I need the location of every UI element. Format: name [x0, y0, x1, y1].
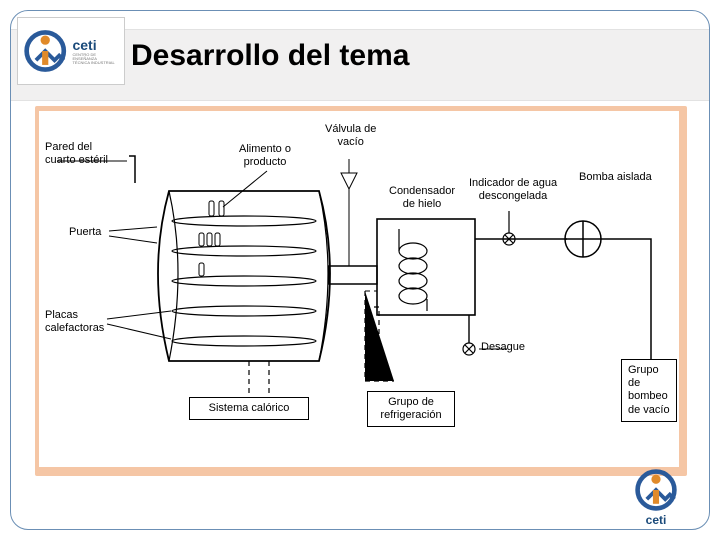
ceti-logo-footer: ceti: [617, 467, 695, 525]
box-refrig: Grupo de refrigeración: [367, 391, 455, 427]
diagram-container: Pared del cuarto estéril Puerta Placas c…: [39, 111, 679, 467]
ceti-icon: [22, 27, 68, 75]
label-pump: Bomba aislada: [579, 171, 652, 184]
slide-frame: ceti CENTRO DE ENSEÑANZA TÉCNICA INDUSTR…: [10, 10, 710, 530]
logo-sub2: TÉCNICA INDUSTRIAL: [72, 61, 120, 65]
label-wall: Pared del cuarto estéril: [45, 141, 108, 166]
box-caloric: Sistema calórico: [189, 397, 309, 420]
freeze-dryer-diagram: [39, 111, 679, 467]
label-door: Puerta: [69, 226, 101, 239]
logo-name: ceti: [72, 37, 120, 53]
footer-logo-name: ceti: [617, 513, 695, 527]
label-vacuum-valve: Válvula de vacío: [325, 123, 376, 148]
label-water-indicator: Indicador de agua descongelada: [469, 177, 557, 202]
ceti-logo-top: ceti CENTRO DE ENSEÑANZA TÉCNICA INDUSTR…: [17, 17, 125, 85]
label-product: Alimento o producto: [239, 143, 291, 168]
label-plates: Placas calefactoras: [45, 309, 104, 334]
ceti-icon: [633, 467, 679, 513]
slide-title: Desarrollo del tema: [131, 39, 409, 73]
box-vacuum-group: Grupo de bombeo de vacío: [621, 359, 677, 422]
label-condenser: Condensador de hielo: [389, 185, 455, 210]
label-drain: Desague: [481, 341, 525, 354]
